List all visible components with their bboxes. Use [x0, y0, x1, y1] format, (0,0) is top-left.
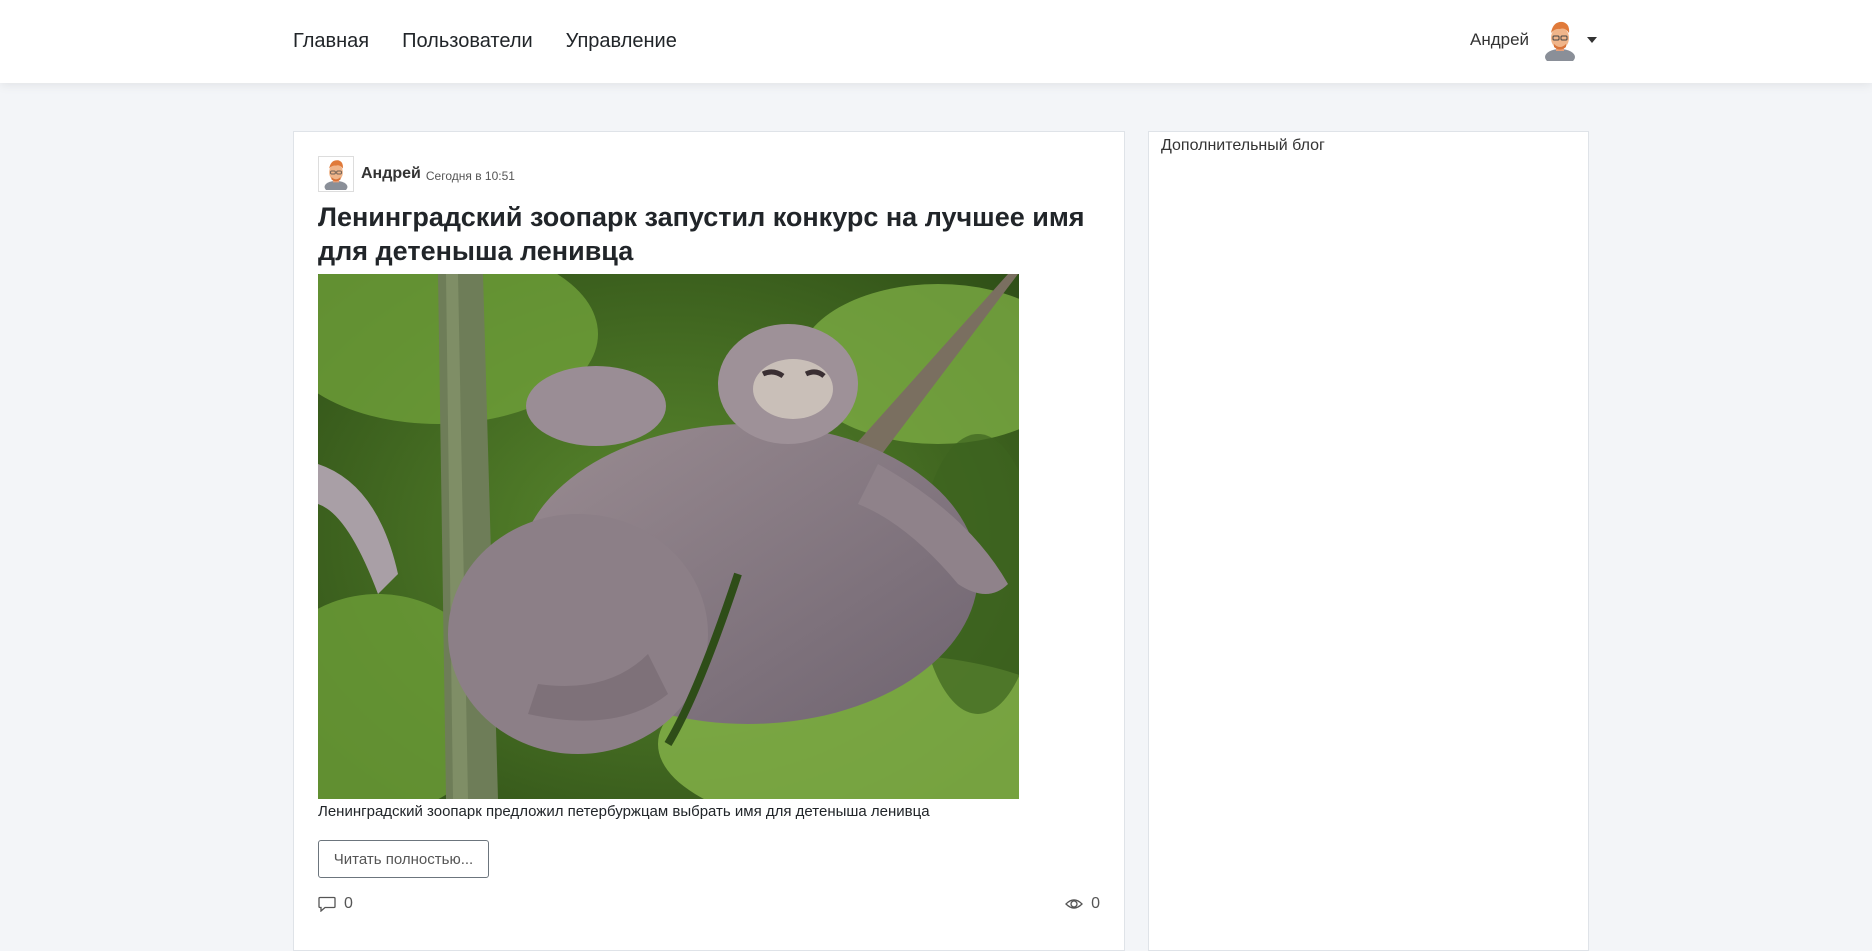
post-description: Ленинградский зоопарк предложил петербур… — [318, 803, 930, 820]
nav-item-home[interactable]: Главная — [293, 30, 369, 53]
user-name: Андрей — [1470, 30, 1530, 49]
post-title[interactable]: Ленинградский зоопарк запустил конкурс н… — [318, 200, 1108, 268]
top-navbar: Главная Пользователи Управление Андрей — [0, 0, 1872, 83]
views-count: 0 — [1091, 895, 1100, 912]
comments-counter[interactable]: 0 — [318, 895, 353, 913]
post-author-row: Андрей Сегодня в 10:51 — [318, 156, 515, 192]
nav-item-users[interactable]: Пользователи — [402, 30, 533, 53]
sloth-photo — [318, 274, 1019, 799]
eye-icon — [1065, 899, 1084, 909]
sidebar-block: Дополнительный блог — [1148, 131, 1589, 951]
post-image[interactable] — [318, 274, 1019, 799]
user-menu-dropdown[interactable]: Андрей — [1470, 18, 1598, 62]
post-author-name[interactable]: Андрей — [361, 165, 421, 183]
chevron-down-icon — [1587, 37, 1598, 43]
comments-count: 0 — [344, 895, 353, 912]
post-card: Андрей Сегодня в 10:51 Ленинградский зоо… — [293, 131, 1125, 951]
post-date: Сегодня в 10:51 — [425, 168, 515, 183]
user-avatar — [1545, 21, 1576, 61]
sidebar-title: Дополнительный блог — [1161, 137, 1325, 154]
author-avatar-image — [324, 160, 348, 190]
author-avatar[interactable] — [318, 156, 354, 192]
views-counter: 0 — [1065, 895, 1100, 913]
comment-icon — [318, 896, 336, 912]
nav-item-management[interactable]: Управление — [566, 30, 677, 53]
main-nav: Главная Пользователи Управление — [293, 0, 710, 83]
read-more-button[interactable]: Читать полностью... — [318, 840, 489, 878]
